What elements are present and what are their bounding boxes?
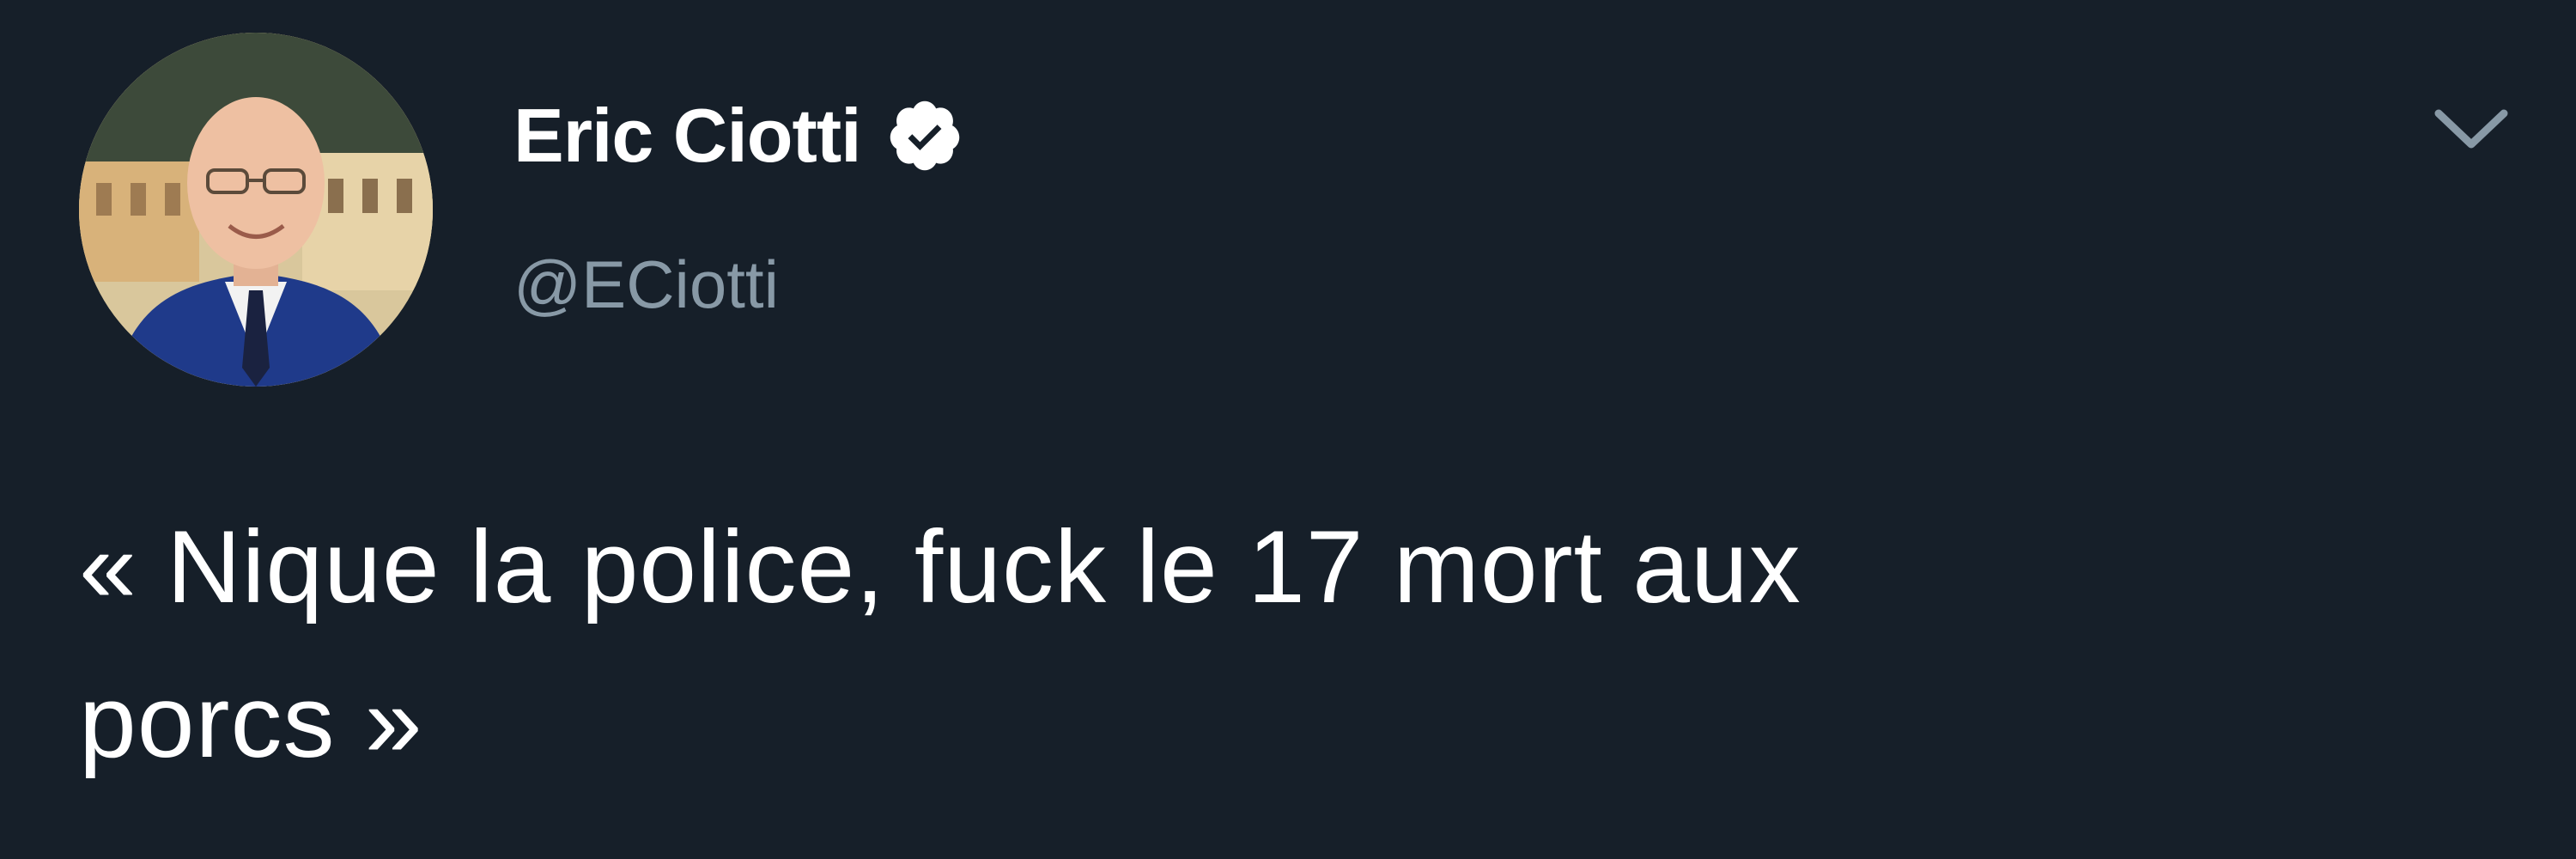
tweet-text: « Nique la police, fuck le 17 mort aux p…: [79, 490, 2397, 799]
author-name-row[interactable]: Eric Ciotti: [513, 84, 964, 187]
tweet-card: Eric Ciotti @ECiotti « Nique la police, …: [0, 0, 2576, 859]
verified-badge-icon: [890, 101, 959, 171]
author-display-name[interactable]: Eric Ciotti: [513, 98, 862, 174]
avatar-photo: [79, 33, 433, 387]
author-handle[interactable]: @ECiotti: [513, 251, 779, 318]
tweet-text-line: porcs »: [79, 664, 423, 779]
tweet-text-line: « Nique la police, fuck le 17 mort aux: [79, 509, 1801, 624]
author-avatar[interactable]: [79, 33, 433, 387]
chevron-down-icon[interactable]: [2420, 94, 2523, 163]
